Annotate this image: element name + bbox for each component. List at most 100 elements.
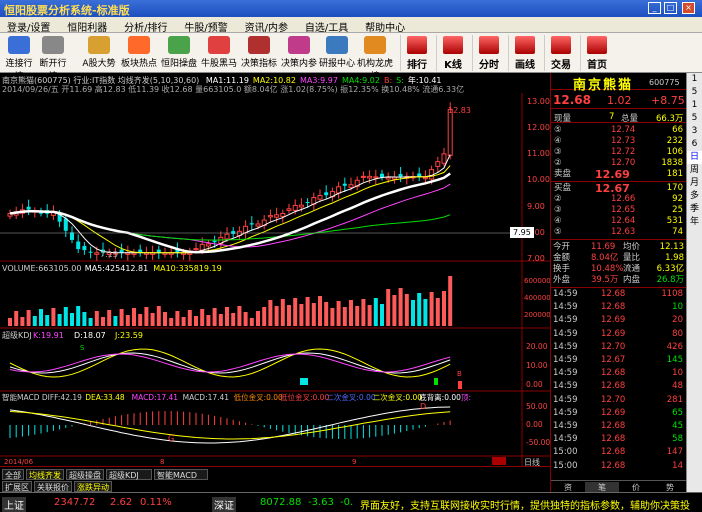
volume-bar [342, 307, 347, 326]
macd-signal-d: D [420, 402, 426, 411]
close-button[interactable]: × [682, 2, 695, 14]
toolbar-button-1[interactable]: 断开行情 [36, 35, 70, 82]
toolbar-label: 决策内参 [280, 59, 317, 69]
toolbar-button-0[interactable]: 连接行情 [2, 35, 36, 82]
macd-axis-label: 50.00 [526, 402, 548, 411]
order-volume: 92 [672, 194, 683, 204]
side-period-tab[interactable]: 周 [687, 164, 702, 177]
extension-tab[interactable]: 关联报价 [34, 481, 72, 492]
menu-login[interactable]: 登录/设置 [0, 17, 57, 34]
volume-header-label: MA5:425412.81 [85, 264, 148, 273]
order-volume: 531 [666, 216, 683, 226]
indicator-tab[interactable]: 全部 [2, 469, 24, 480]
toolbar-nav-0[interactable]: 排行 [400, 35, 433, 71]
menu-help[interactable]: 帮助中心 [358, 17, 412, 34]
volume-bar [231, 313, 236, 326]
stat-value: 12.13 [659, 242, 684, 252]
candle-body [205, 243, 211, 247]
side-period-tab[interactable]: 1 [687, 73, 702, 86]
total-vol: 66.3万 [656, 114, 684, 124]
kline-chart-area[interactable]: 南京熊猫(600775) 行业:IT指数 均线齐发(5,10,30,60) MA… [0, 73, 550, 466]
side-period-tab[interactable]: 5 [687, 112, 702, 125]
side-period-tab[interactable]: 3 [687, 125, 702, 138]
extension-tab[interactable]: 涨跌异动 [74, 481, 112, 492]
volume-bar [45, 315, 50, 326]
toolbar-nav-label: 交易 [551, 60, 571, 71]
index-sh-name[interactable]: 上证 [2, 497, 26, 512]
candle-body [380, 173, 384, 178]
tick-volume: 48 [672, 381, 683, 392]
menu-tools[interactable]: 恒阳利器 [60, 17, 114, 34]
extension-tab[interactable]: 扩展区 [2, 481, 32, 492]
side-period-tab[interactable]: 年 [687, 216, 702, 229]
volume-bar [200, 309, 205, 326]
toolbar-button-3[interactable]: 板块热点 [120, 35, 158, 71]
candle-body [367, 175, 373, 179]
tick-price: 12.68 [601, 421, 626, 431]
macd-header-label: 底背离:0.00 [419, 392, 461, 402]
toolbar-nav-label: 分时 [479, 60, 499, 71]
toolbar-button-7[interactable]: 决策内参 [280, 35, 318, 71]
stat-label: 今开 [553, 242, 571, 252]
toolbar-button-4[interactable]: 恒阳操盘 [160, 35, 198, 71]
toolbar-nav-2[interactable]: 分时 [472, 35, 505, 71]
side-period-tab[interactable]: 季 [687, 203, 702, 216]
indicator-tab[interactable]: 均线齐发 [26, 469, 64, 480]
toolbar-nav-5[interactable]: 首页 [580, 35, 613, 71]
volume-bar [125, 315, 130, 326]
toolbar-nav-3[interactable]: 画线 [508, 35, 541, 71]
side-period-tab[interactable]: 6 [687, 138, 702, 151]
stat-value: 8.04亿 [591, 253, 619, 263]
volume-bar [361, 299, 366, 326]
tick-row: 14:59 12.70 281 [551, 395, 687, 407]
index-sz-name[interactable]: 深证 [212, 497, 236, 512]
candle-body [305, 202, 310, 204]
volume-bar [398, 288, 403, 326]
index-sz-pct: -0. [340, 497, 354, 508]
volume-bar [169, 318, 174, 326]
indicator-tab[interactable]: 超级操盘 [66, 469, 104, 480]
candle-body [298, 204, 304, 208]
volume-bar [20, 317, 25, 326]
stat-value: 10.48% [591, 264, 624, 274]
order-level: ③ [554, 205, 562, 215]
indicator-tab[interactable]: 智能MACD [154, 469, 208, 480]
side-period-tab[interactable]: 日 [687, 151, 702, 164]
menu-alert[interactable]: 牛股/预警 [177, 17, 234, 34]
tick-volume: 58 [672, 434, 683, 445]
minimize-button[interactable]: _ [648, 2, 661, 14]
date-axis-start: 2014/06 [4, 458, 34, 466]
menu-watchlist[interactable]: 自选/工具 [298, 17, 355, 34]
tick-row: 14:59 12.69 20 [551, 315, 687, 327]
candle-body [360, 175, 366, 178]
toolbar-nav-4[interactable]: 交易 [544, 35, 577, 71]
tick-price: 12.68 [601, 289, 626, 299]
order-price: 12.67 [595, 182, 630, 195]
toolbar-button-6[interactable]: 决策指标 [240, 35, 278, 71]
side-period-tab[interactable]: 月 [687, 177, 702, 190]
tick-volume: 20 [672, 315, 683, 326]
side-period-tab[interactable]: 1 [687, 99, 702, 112]
toolbar-button-9[interactable]: 机构龙虎榜 [356, 35, 394, 82]
side-period-tab[interactable]: 5 [687, 86, 702, 99]
indicator-tab[interactable]: 超级KDJ [106, 469, 152, 480]
volume-bar [249, 318, 254, 326]
menu-news[interactable]: 资讯/内参 [238, 17, 295, 34]
toolbar-button-8[interactable]: 研报中心 [318, 35, 356, 71]
toolbar-nav-1[interactable]: K线 [436, 35, 469, 71]
candle-body [82, 245, 87, 251]
side-period-tab[interactable]: 多 [687, 190, 702, 203]
toolbar-button-2[interactable]: A股大势 [80, 35, 118, 71]
volume-bar [324, 302, 329, 326]
order-book-row: ③ 12.65 25 [551, 205, 687, 216]
order-price: 12.74 [611, 125, 636, 135]
chart-menu-button [492, 457, 506, 465]
toolbar-label: 恒阳操盘 [160, 59, 197, 69]
order-price: 12.64 [611, 216, 636, 226]
menu-analysis[interactable]: 分析/排行 [117, 17, 174, 34]
toolbar-button-5[interactable]: 牛股黑马 [200, 35, 238, 71]
chart-canvas[interactable]: 13.0012.0011.0010.009.008.007.007.9512.8… [0, 73, 550, 466]
order-book-row: ④ 12.64 531 [551, 216, 687, 227]
maximize-button[interactable]: □ [664, 2, 677, 14]
ticks-divider [551, 287, 687, 288]
